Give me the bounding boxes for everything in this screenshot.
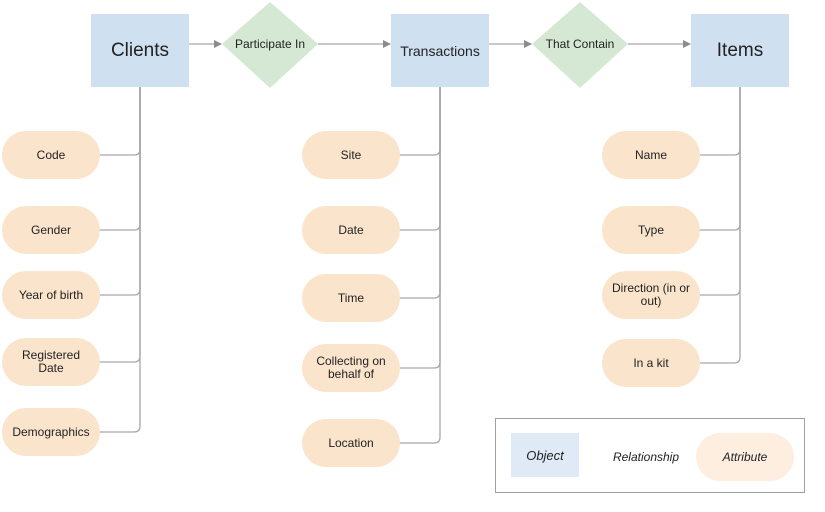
attribute-demographics[interactable]: Demographics [2, 408, 100, 456]
attribute-time[interactable]: Time [302, 274, 400, 322]
entity-clients[interactable]: Clients [91, 14, 189, 87]
entity-transactions[interactable]: Transactions [391, 14, 489, 87]
attribute-in-a-kit[interactable]: In a kit [602, 339, 700, 387]
attribute-direction[interactable]: Direction (in or out) [602, 271, 700, 319]
relationship-label-participate-in: Participate In [234, 37, 306, 51]
attribute-year-of-birth[interactable]: Year of birth [2, 271, 100, 319]
entity-items[interactable]: Items [691, 14, 789, 87]
connector-attribute-demographics [100, 87, 141, 433]
connector-attribute-collecting-on-behalf-of [400, 87, 441, 369]
connector-attribute-direction [700, 87, 741, 296]
connector-attribute-in-a-kit [700, 87, 741, 364]
attribute-site[interactable]: Site [302, 131, 400, 179]
attribute-code[interactable]: Code [2, 131, 100, 179]
relationship-label-that-contain: That Contain [545, 37, 615, 51]
attribute-date[interactable]: Date [302, 206, 400, 254]
connector-attribute-registered-date [100, 87, 141, 363]
connector-attribute-time [400, 87, 441, 299]
attribute-type[interactable]: Type [602, 206, 700, 254]
legend-object: Object [511, 433, 579, 477]
legend-relationship-label: Relationship [612, 450, 680, 464]
attribute-registered-date[interactable]: Registered Date [2, 338, 100, 386]
connector-attribute-name [700, 87, 741, 156]
attribute-collecting-on-behalf-of[interactable]: Collecting on behalf of [302, 344, 400, 392]
er-diagram: Clients Transactions Items Participate I… [0, 0, 825, 512]
attribute-gender[interactable]: Gender [2, 206, 100, 254]
connector-attribute-gender [100, 87, 141, 231]
attribute-location[interactable]: Location [302, 419, 400, 467]
connector-attribute-site [400, 87, 441, 156]
connector-attribute-code [100, 87, 141, 156]
legend-attribute: Attribute [696, 433, 794, 481]
connector-attribute-date [400, 87, 441, 231]
connector-attribute-year-of-birth [100, 87, 141, 296]
attribute-name[interactable]: Name [602, 131, 700, 179]
connector-attribute-location [400, 87, 441, 444]
connector-attribute-type [700, 87, 741, 231]
